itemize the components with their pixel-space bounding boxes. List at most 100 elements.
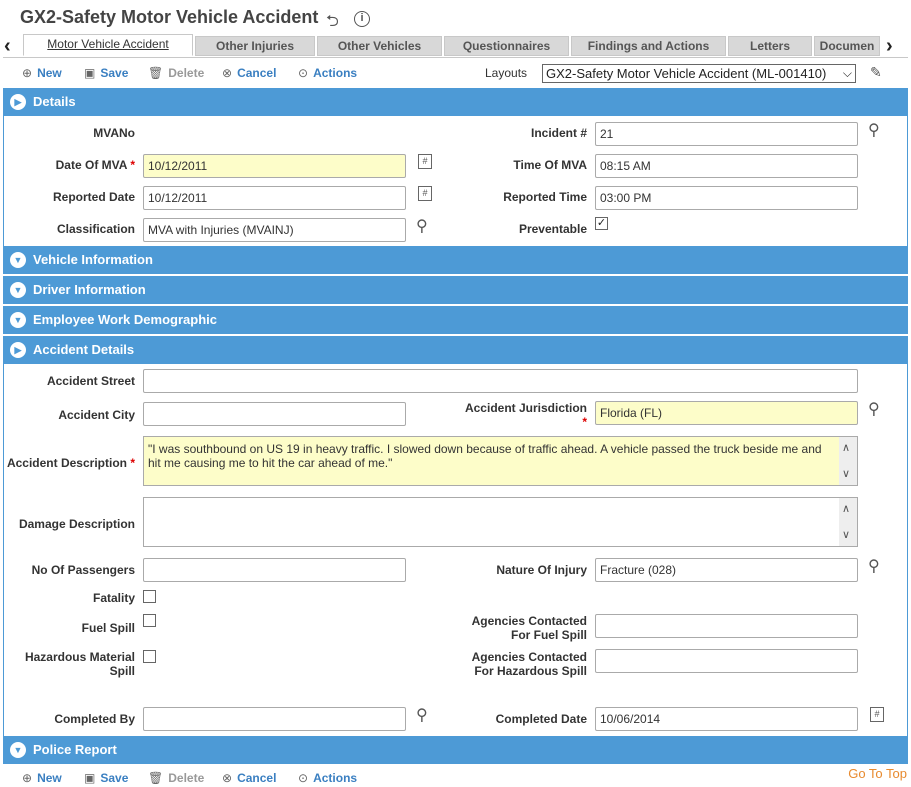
cancel-button[interactable]: ⊗ Cancel: [222, 769, 276, 787]
calendar-icon[interactable]: #: [418, 154, 432, 169]
nature-of-injury-field[interactable]: Fracture (028): [595, 558, 858, 582]
actions-button[interactable]: ⊙ Actions: [298, 769, 357, 787]
actions-label: Actions: [313, 66, 358, 80]
classification-field[interactable]: MVA with Injuries (MVAINJ): [143, 218, 406, 242]
hazmat-line1: Hazardous Material: [24, 650, 135, 664]
play-circle-icon: ⊙: [298, 66, 309, 80]
accident-street-field[interactable]: [143, 369, 858, 393]
actions-button[interactable]: ⊙ Actions: [298, 64, 357, 82]
details-section-header[interactable]: ▶ Details: [3, 88, 908, 116]
scroll-down-icon[interactable]: ∨: [842, 467, 850, 481]
cancel-button[interactable]: ⊗ Cancel: [222, 64, 276, 82]
vehicle-section-header[interactable]: ▼ Vehicle Information: [3, 246, 908, 274]
pin-icon[interactable]: ✎: [870, 64, 882, 81]
floppy-icon: ▣: [84, 66, 96, 80]
tab-other-injuries[interactable]: Other Injuries: [195, 36, 315, 56]
plus-icon: ⊕: [22, 771, 33, 785]
collapse-icon: ▶: [10, 342, 26, 358]
time-of-mva-field[interactable]: 08:15 AM: [595, 154, 858, 178]
tab-other-vehicles[interactable]: Other Vehicles: [317, 36, 442, 56]
go-to-top-link[interactable]: Go To Top: [848, 766, 907, 781]
reported-time-field[interactable]: 03:00 PM: [595, 186, 858, 210]
save-button[interactable]: ▣ Save: [84, 769, 128, 787]
scroll-up-icon[interactable]: ∧: [842, 441, 850, 455]
date-of-mva-label: Date Of MVA *: [0, 158, 135, 172]
police-section-title: Police Report: [33, 742, 117, 757]
accident-description-value: "I was southbound on US 19 in heavy traf…: [148, 442, 822, 470]
expand-icon: ▼: [10, 252, 26, 268]
new-button[interactable]: ⊕ New: [22, 64, 62, 82]
agencies-fuel-field[interactable]: [595, 614, 858, 638]
new-label: New: [37, 771, 62, 785]
damage-description-field[interactable]: ∧ ∨: [143, 497, 858, 547]
accident-jurisdiction-field[interactable]: Florida (FL): [595, 401, 858, 425]
accident-jurisdiction-text: Accident Jurisdiction: [464, 401, 587, 415]
agencies-haz-label: Agencies Contacted For Hazardous Spill: [440, 650, 587, 678]
details-section-title: Details: [33, 94, 76, 109]
delete-label: Delete: [168, 771, 205, 785]
required-marker: *: [130, 158, 135, 172]
nature-of-injury-label: Nature Of Injury: [496, 563, 587, 577]
chevron-down-icon: ⌵: [842, 66, 852, 80]
classification-label: Classification: [56, 222, 135, 236]
fuel-spill-checkbox[interactable]: [143, 614, 156, 627]
tab-scroll-right-icon[interactable]: ›: [886, 35, 893, 58]
info-icon[interactable]: i: [354, 11, 370, 27]
search-icon[interactable]: ⚲: [416, 216, 428, 236]
scrollbar[interactable]: ∧ ∨: [839, 498, 857, 546]
completed-by-field[interactable]: [143, 707, 406, 731]
agencies-haz-line1: Agencies Contacted: [471, 650, 587, 664]
new-button[interactable]: ⊕ New: [22, 769, 62, 787]
delete-button[interactable]: 🗑 Delete: [148, 64, 204, 82]
scroll-down-icon[interactable]: ∨: [842, 528, 850, 542]
employee-section-header[interactable]: ▼ Employee Work Demographic: [3, 306, 908, 334]
back-icon[interactable]: ⮌: [326, 10, 339, 37]
save-button[interactable]: ▣ Save: [84, 64, 128, 82]
trash-icon: 🗑: [148, 771, 164, 785]
agencies-haz-field[interactable]: [595, 649, 858, 673]
passengers-field[interactable]: [143, 558, 406, 582]
scroll-up-icon[interactable]: ∧: [842, 502, 850, 516]
preventable-checkbox[interactable]: ✓: [595, 217, 608, 230]
incident-field[interactable]: 21: [595, 122, 858, 146]
layouts-select[interactable]: GX2-Safety Motor Vehicle Accident (ML-00…: [542, 64, 856, 83]
preventable-label: Preventable: [518, 222, 587, 236]
search-icon[interactable]: ⚲: [868, 399, 880, 419]
tab-findings-actions[interactable]: Findings and Actions: [571, 36, 726, 56]
scrollbar[interactable]: ∧ ∨: [839, 437, 857, 485]
tab-questionnaires[interactable]: Questionnaires: [444, 36, 569, 56]
completed-date-field[interactable]: 10/06/2014: [595, 707, 858, 731]
incident-label: Incident #: [530, 126, 587, 140]
save-label: Save: [100, 771, 129, 785]
layouts-label: Layouts: [485, 66, 528, 80]
hazmat-spill-checkbox[interactable]: [143, 650, 156, 663]
police-section-header[interactable]: ▼ Police Report: [3, 736, 908, 764]
reported-date-field[interactable]: 10/12/2011: [143, 186, 406, 210]
search-icon[interactable]: ⚲: [868, 556, 880, 576]
calendar-icon[interactable]: #: [418, 186, 432, 201]
vehicle-section-title: Vehicle Information: [33, 252, 153, 267]
search-icon[interactable]: ⚲: [868, 120, 880, 140]
search-icon[interactable]: ⚲: [416, 705, 428, 725]
bottom-toolbar: ⊕ New ▣ Save 🗑 Delete ⊗ Cancel ⊙ Actions: [0, 769, 911, 787]
accident-description-field[interactable]: "I was southbound on US 19 in heavy traf…: [143, 436, 858, 486]
cancel-icon: ⊗: [222, 771, 233, 785]
accident-city-field[interactable]: [143, 402, 406, 426]
calendar-icon[interactable]: #: [870, 707, 884, 722]
fatality-checkbox[interactable]: [143, 590, 156, 603]
agencies-fuel-line1: Agencies Contacted: [471, 614, 587, 628]
accident-section-title: Accident Details: [33, 342, 135, 357]
expand-icon: ▼: [10, 282, 26, 298]
tab-motor-vehicle-accident[interactable]: Motor Vehicle Accident: [23, 34, 193, 56]
date-of-mva-field[interactable]: 10/12/2011: [143, 154, 406, 178]
tab-documents[interactable]: Documen: [814, 36, 880, 56]
driver-section-header[interactable]: ▼ Driver Information: [3, 276, 908, 304]
driver-section-title: Driver Information: [33, 282, 146, 297]
top-toolbar: ⊕ New ▣ Save 🗑 Delete ⊗ Cancel ⊙ Actions Layo…: [0, 64, 911, 83]
accident-section-header[interactable]: ▶ Accident Details: [3, 336, 908, 364]
delete-button[interactable]: 🗑 Delete: [148, 769, 204, 787]
tab-scroll-left-icon[interactable]: ‹: [4, 35, 11, 58]
accident-description-text: Accident Description: [6, 456, 127, 470]
tab-letters[interactable]: Letters: [728, 36, 812, 56]
completed-date-label: Completed Date: [495, 712, 587, 726]
